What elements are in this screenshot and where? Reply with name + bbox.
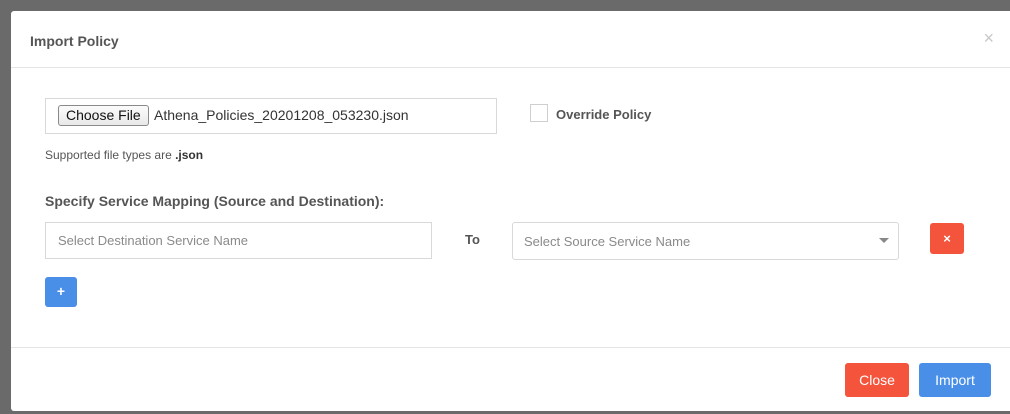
modal-title: Import Policy — [30, 33, 119, 49]
service-mapping-title: Specify Service Mapping (Source and Dest… — [45, 193, 385, 209]
modal-footer: Close Import — [11, 347, 1010, 411]
import-policy-modal: Import Policy × Choose File Athena_Polic… — [11, 11, 1010, 411]
to-label: To — [465, 232, 480, 247]
destination-service-input[interactable] — [45, 222, 432, 259]
add-mapping-button[interactable]: + — [45, 277, 77, 307]
chevron-down-icon — [879, 238, 889, 243]
override-policy-label[interactable]: Override Policy — [556, 107, 651, 122]
modal-header: Import Policy × — [11, 11, 1010, 68]
supported-prefix: Supported file types are — [45, 148, 176, 162]
close-icon[interactable]: × — [983, 29, 994, 47]
choose-file-button[interactable]: Choose File — [58, 105, 149, 126]
supported-file-types-text: Supported file types are .json — [45, 148, 203, 162]
close-button[interactable]: Close — [845, 363, 909, 397]
selected-file-name: Athena_Policies_20201208_053230.json — [154, 107, 409, 123]
source-service-placeholder: Select Source Service Name — [524, 234, 691, 249]
remove-mapping-button[interactable]: × — [930, 223, 964, 254]
file-input-field[interactable]: Choose File Athena_Policies_20201208_053… — [45, 98, 497, 134]
source-service-select[interactable]: Select Source Service Name — [512, 222, 899, 260]
override-policy-checkbox[interactable] — [530, 104, 548, 122]
supported-file-type: .json — [175, 148, 204, 162]
import-button[interactable]: Import — [919, 363, 991, 397]
